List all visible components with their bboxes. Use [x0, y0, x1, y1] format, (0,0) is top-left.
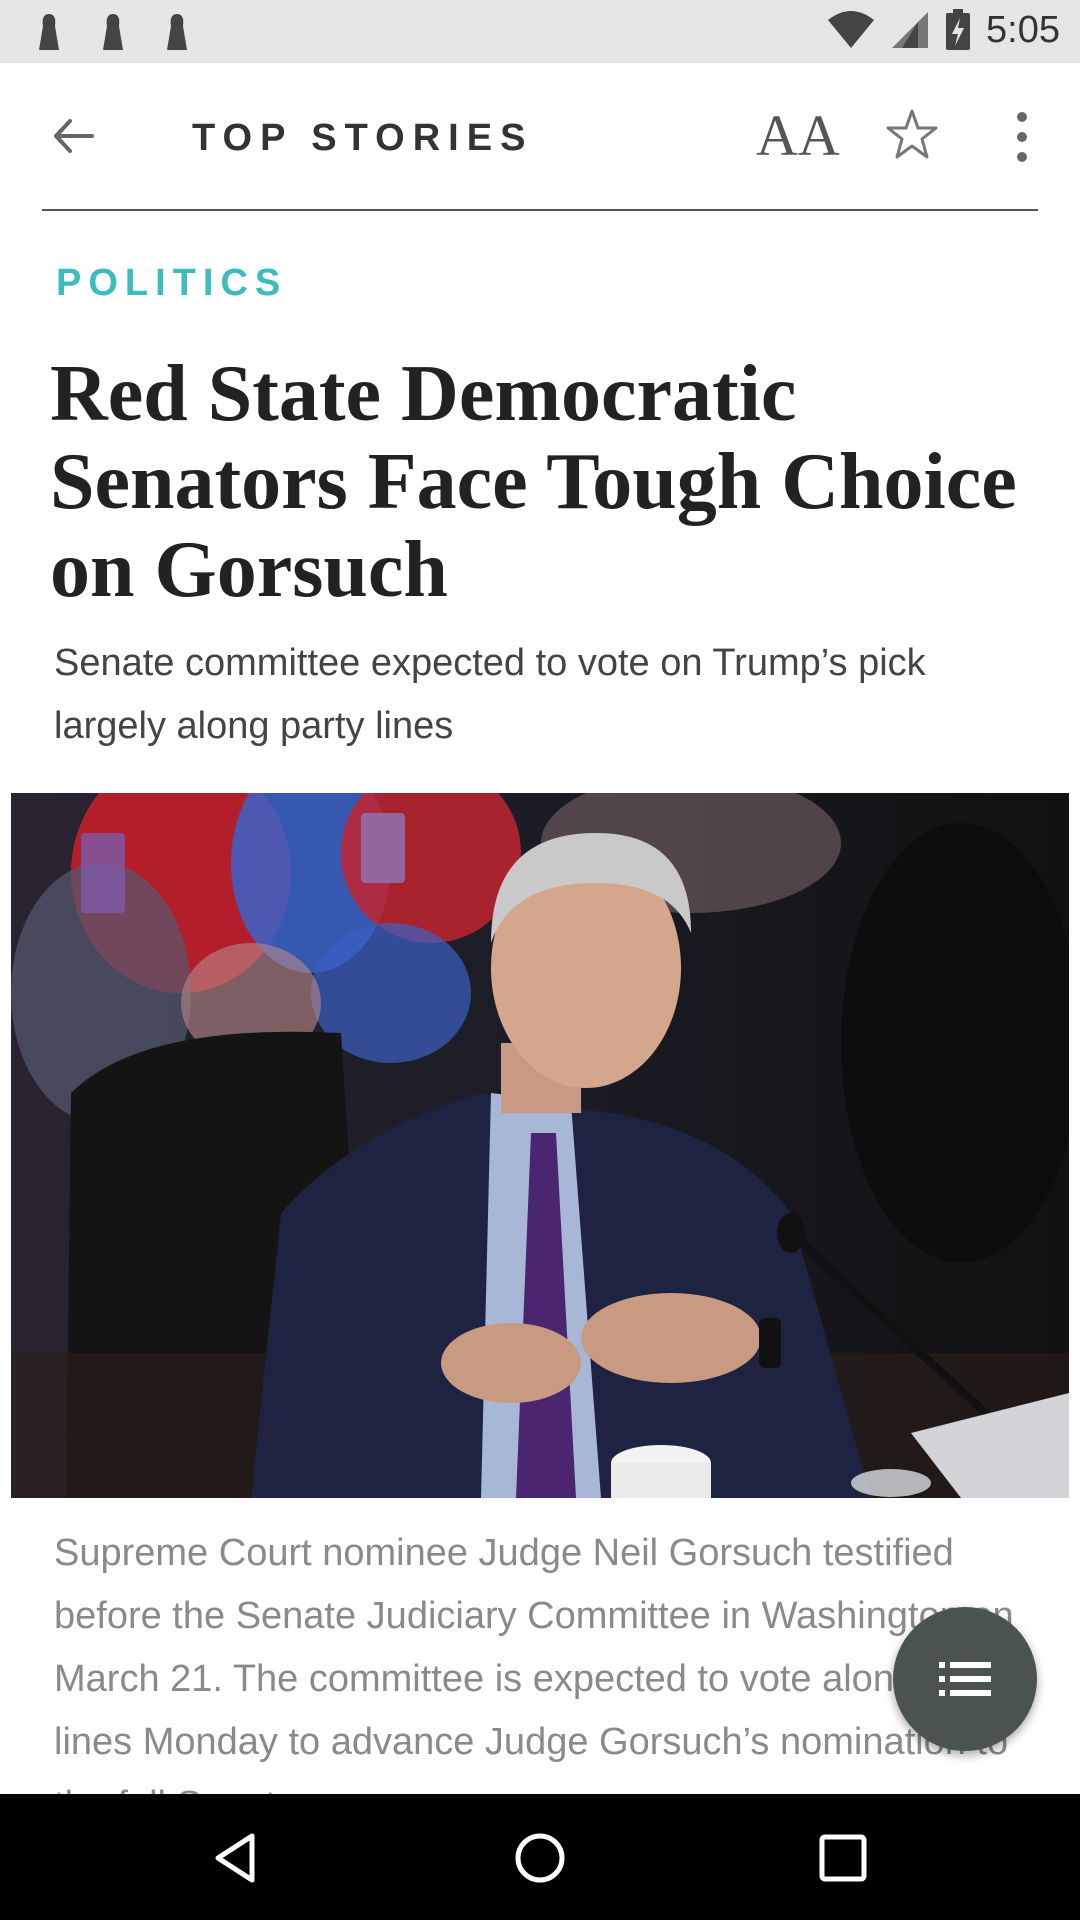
notification-icons — [36, 12, 190, 52]
article-photo[interactable] — [11, 793, 1069, 1498]
system-nav-bar — [0, 1794, 1080, 1920]
status-time: 5:05 — [986, 8, 1060, 51]
back-arrow-icon[interactable] — [48, 111, 98, 161]
wifi-icon — [828, 11, 875, 48]
article-kicker[interactable]: POLITICS — [56, 262, 287, 305]
more-vert-icon[interactable] — [1010, 109, 1034, 165]
header-divider — [42, 209, 1038, 211]
battery-charging-icon — [946, 9, 971, 50]
article-headline: Red State Democratic Senators Face Tough… — [50, 350, 1017, 614]
font-size-label: AA — [756, 103, 840, 168]
notification-icon — [103, 14, 123, 50]
notification-icon — [39, 14, 59, 50]
star-icon[interactable] — [884, 107, 940, 163]
back-triangle-icon[interactable] — [208, 1830, 264, 1886]
font-size-icon[interactable]: AA — [756, 101, 840, 171]
home-circle-icon[interactable] — [512, 1830, 568, 1886]
section-title: TOP STORIES — [192, 117, 534, 159]
notification-icon — [167, 14, 187, 50]
list-icon — [939, 1662, 991, 1696]
system-status: 5:05 — [826, 8, 1060, 52]
article-dek: Senate committee expected to vote on Tru… — [54, 642, 926, 747]
status-bar: 5:05 — [0, 0, 1080, 63]
table-of-contents-button[interactable] — [893, 1607, 1037, 1751]
photo-illustration — [11, 793, 1069, 1498]
recents-square-icon[interactable] — [815, 1830, 871, 1886]
app-bar: TOP STORIES AA — [0, 63, 1080, 211]
cell-signal-icon — [892, 12, 929, 48]
photo-caption: Supreme Court nominee Judge Neil Gorsuch… — [54, 1532, 1014, 1794]
